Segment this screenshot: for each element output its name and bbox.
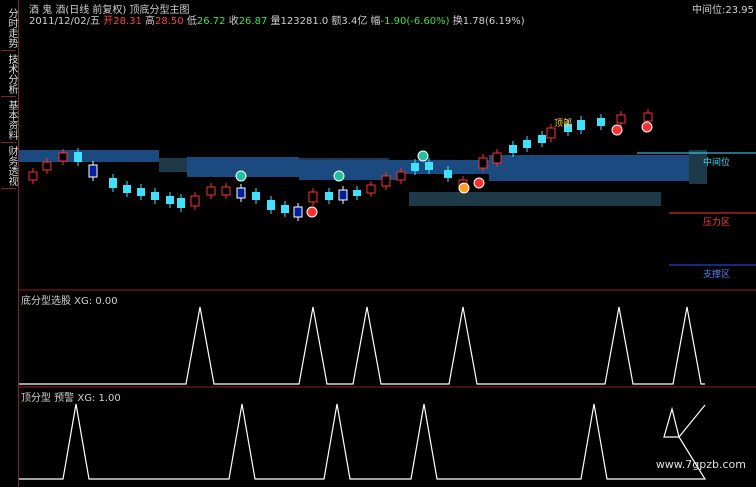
candle-body (293, 206, 303, 218)
candle-body (381, 175, 391, 187)
signal-marker-icon (641, 121, 653, 133)
candle-body (478, 157, 488, 169)
candle-body (353, 190, 361, 196)
candle-body (597, 118, 605, 126)
panel2-title: 底分型选股 XG: 0.00 (21, 296, 118, 307)
candle-body (444, 170, 452, 178)
candle-body (616, 114, 626, 124)
candle-body (166, 196, 174, 204)
candle-body (538, 135, 546, 143)
panel3-title: 顶分型 预警 XG: 1.00 (21, 393, 121, 404)
signal-marker-icon (417, 150, 429, 162)
sidebar-tab-fundamentals[interactable]: 基本资料 (1, 98, 17, 143)
candle-body (252, 192, 260, 200)
candle-body (643, 112, 653, 122)
candle-body (42, 161, 52, 171)
bottom-fractal-signal-line (19, 306, 705, 385)
sidebar-tab-technical[interactable]: 技术分析 (1, 52, 17, 97)
signal-marker-icon (235, 170, 247, 182)
mid-band-5 (489, 155, 689, 181)
candle-body (492, 152, 502, 164)
candle-body (338, 189, 348, 201)
candle-body (236, 187, 246, 199)
signal-marker-icon (333, 170, 345, 182)
candle-body (281, 205, 289, 213)
candle-body (267, 200, 275, 210)
candle-body (88, 164, 98, 178)
signal-marker-icon (306, 206, 318, 218)
peak-marker-label: 顶部 (554, 119, 573, 129)
dark-band-lower (409, 192, 661, 206)
candle-body (509, 145, 517, 153)
pressure-zone-label: 压力区 (703, 218, 731, 228)
candle-body (137, 188, 145, 196)
chart-svg (19, 109, 756, 480)
candle-body (190, 195, 200, 207)
candle-body (206, 186, 216, 196)
candle-body (28, 171, 38, 181)
candle-body (151, 192, 159, 200)
sidebar-tab-intraday[interactable]: 分时走势 (1, 6, 17, 51)
candle-body (523, 140, 531, 148)
candle-body (74, 152, 82, 162)
chart-area[interactable]: 酒 鬼 酒(日线 前复权) 顶底分型主图 中间位:23.95 2011/12/0… (19, 0, 756, 487)
candle-body (58, 152, 68, 162)
candle-body (577, 120, 585, 130)
candle-body (221, 186, 231, 196)
candle-body (396, 171, 406, 181)
candle-body (425, 162, 433, 170)
candle-body (308, 191, 318, 203)
candle-body (109, 178, 117, 188)
candle-body (411, 163, 419, 171)
mid-band-left (19, 150, 159, 162)
sidebar-tab-finance[interactable]: 财务透视 (1, 144, 17, 189)
support-zone-label: 支撑区 (703, 270, 731, 280)
mid-zone-label: 中间位 (703, 158, 731, 168)
candle-body (546, 127, 556, 139)
signal-marker-icon (473, 177, 485, 189)
candle-body (366, 184, 376, 194)
candle-body (123, 185, 131, 193)
candle-body (177, 198, 185, 208)
signal-marker-icon (458, 182, 470, 194)
candle-body (325, 192, 333, 200)
top-fractal-signal-line (19, 403, 707, 480)
sidebar: 分时走势 技术分析 基本资料 财务透视 (0, 0, 19, 487)
watermark: www.7gpzb.com (655, 458, 746, 471)
signal-marker-icon (611, 124, 623, 136)
